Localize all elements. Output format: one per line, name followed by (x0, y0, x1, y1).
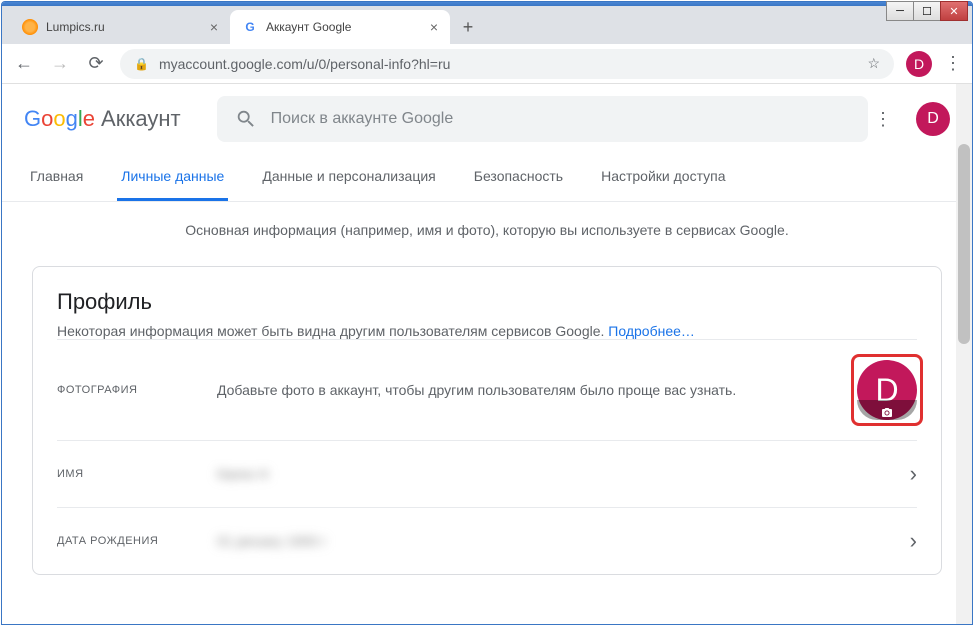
nav-tabs: Главная Личные данные Данные и персонали… (2, 154, 972, 202)
navtab-home[interactable]: Главная (26, 154, 87, 201)
header-menu-icon[interactable]: ⋮ (874, 109, 892, 130)
new-tab-button[interactable]: + (454, 13, 482, 41)
tab-google-account[interactable]: G Аккаунт Google × (230, 10, 450, 44)
browser-menu-icon[interactable]: ⋮ (944, 53, 962, 74)
navtab-personal-info[interactable]: Личные данные (117, 154, 228, 201)
back-button[interactable]: ← (12, 53, 36, 74)
google-logo[interactable]: Google (24, 106, 95, 132)
scrollbar[interactable] (956, 84, 972, 624)
dob-label: ДАТА РОЖДЕНИЯ (57, 535, 217, 547)
forward-button[interactable]: → (48, 53, 72, 74)
chevron-right-icon: › (910, 528, 917, 554)
camera-icon (879, 406, 895, 418)
navtab-security[interactable]: Безопасность (470, 154, 567, 201)
profile-card: Профиль Некоторая информация может быть … (32, 266, 942, 575)
close-window-button[interactable]: ✕ (940, 1, 968, 21)
tab-lumpics[interactable]: Lumpics.ru × (10, 10, 230, 44)
chevron-right-icon: › (910, 461, 917, 487)
name-value: Name H (217, 466, 910, 482)
tab-title: Аккаунт Google (266, 20, 351, 34)
search-icon (235, 108, 257, 130)
close-tab-icon[interactable]: × (210, 19, 218, 35)
row-dob[interactable]: ДАТА РОЖДЕНИЯ 01 january 1900 г › (57, 507, 917, 574)
address-bar[interactable]: 🔒 myaccount.google.com/u/0/personal-info… (120, 49, 894, 79)
tab-title: Lumpics.ru (46, 20, 105, 34)
row-name[interactable]: ИМЯ Name H › (57, 440, 917, 507)
navtab-people-sharing[interactable]: Настройки доступа (597, 154, 729, 201)
reload-button[interactable]: ⟳ (84, 53, 108, 74)
name-label: ИМЯ (57, 468, 217, 480)
url-text: myaccount.google.com/u/0/personal-info?h… (159, 56, 450, 72)
profile-photo[interactable]: D (857, 360, 917, 420)
photo-label: ФОТОГРАФИЯ (57, 384, 217, 396)
close-tab-icon[interactable]: × (430, 19, 438, 35)
profile-subtitle: Некоторая информация может быть видна др… (57, 323, 917, 339)
learn-more-link[interactable]: Подробнее… (608, 323, 695, 339)
bookmark-star-icon[interactable]: ☆ (867, 55, 880, 72)
row-photo[interactable]: ФОТОГРАФИЯ Добавьте фото в аккаунт, чтоб… (57, 339, 917, 440)
lock-icon: 🔒 (134, 57, 149, 71)
search-input[interactable]: Поиск в аккаунте Google (217, 96, 868, 142)
maximize-button[interactable]: ☐ (913, 1, 941, 21)
browser-toolbar: ← → ⟳ 🔒 myaccount.google.com/u/0/persona… (2, 44, 972, 84)
lumpics-favicon (22, 19, 38, 35)
browser-profile-avatar[interactable]: D (906, 51, 932, 77)
google-header: Google Аккаунт Поиск в аккаунте Google ⋮… (2, 84, 972, 154)
profile-title: Профиль (57, 289, 917, 315)
account-avatar[interactable]: D (916, 102, 950, 136)
product-name: Аккаунт (101, 106, 181, 132)
google-favicon: G (242, 19, 258, 35)
browser-tabs: Lumpics.ru × G Аккаунт Google × + (2, 6, 972, 44)
navtab-data-personalization[interactable]: Данные и персонализация (258, 154, 439, 201)
search-placeholder: Поиск в аккаунте Google (271, 110, 454, 128)
photo-hint: Добавьте фото в аккаунт, чтобы другим по… (217, 382, 857, 398)
minimize-button[interactable]: ─ (886, 1, 914, 21)
intro-text: Основная информация (например, имя и фот… (32, 222, 942, 238)
dob-value: 01 january 1900 г (217, 533, 910, 549)
